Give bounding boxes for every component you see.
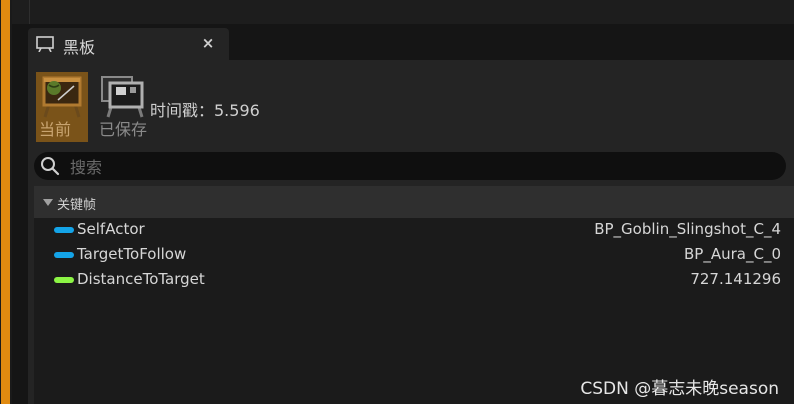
search-bar[interactable] xyxy=(34,152,786,182)
blackboard-saved-icon xyxy=(101,76,144,118)
current-label: 当前 xyxy=(39,120,72,139)
chevron-down-icon[interactable] xyxy=(43,199,53,206)
toolbar-divider xyxy=(29,0,30,24)
key-row-target-to-follow[interactable]: TargetToFollow BP_Aura_C_0 xyxy=(34,243,794,268)
active-dock-indicator xyxy=(1,0,10,404)
object-key-type-icon xyxy=(54,227,74,233)
watermark: CSDN @暮志未晚season xyxy=(580,379,779,399)
tab-bar: 黑板 × xyxy=(28,28,794,60)
category-header-keys[interactable]: 关键帧 xyxy=(34,186,794,218)
key-value: BP_Goblin_Slingshot_C_4 xyxy=(594,220,781,238)
blackboard-panel: 当前 已保存 时间戳：5.596 关键帧 xyxy=(28,60,794,404)
key-value: BP_Aura_C_0 xyxy=(684,245,781,263)
saved-blackboard-button[interactable]: 已保存 xyxy=(96,72,148,142)
search-input[interactable] xyxy=(68,152,772,182)
left-dock-edge xyxy=(0,0,12,404)
blackboard-window: 黑板 × 当前 已保存 时间戳：5.596 搜索 关键帧 SelfActor B… xyxy=(0,0,794,404)
key-list: 关键帧 SelfActor BP_Goblin_Slingshot_C_4 Ta… xyxy=(34,186,794,404)
key-row-distance-to-target[interactable]: DistanceToTarget 727.141296 xyxy=(34,268,794,293)
tab-blackboard[interactable]: 黑板 × xyxy=(28,28,229,60)
key-value: 727.141296 xyxy=(690,270,781,288)
saved-label: 已保存 xyxy=(99,120,148,139)
key-name: TargetToFollow xyxy=(77,245,187,263)
category-label: 关键帧 xyxy=(57,198,97,213)
key-name: SelfActor xyxy=(77,220,145,238)
timestamp-label: 时间戳：5.596 xyxy=(150,101,260,120)
blackboard-current-icon xyxy=(42,76,82,118)
blackboard-tab-icon xyxy=(36,36,54,52)
search-icon xyxy=(41,157,60,176)
top-toolbar-strip xyxy=(12,0,794,24)
close-icon[interactable]: × xyxy=(198,33,218,53)
current-blackboard-button[interactable]: 当前 xyxy=(36,72,88,142)
tab-title: 黑板 xyxy=(63,38,96,57)
key-name: DistanceToTarget xyxy=(77,270,205,288)
object-key-type-icon xyxy=(54,252,74,258)
float-key-type-icon xyxy=(54,277,74,283)
key-row-self-actor[interactable]: SelfActor BP_Goblin_Slingshot_C_4 xyxy=(34,218,794,243)
